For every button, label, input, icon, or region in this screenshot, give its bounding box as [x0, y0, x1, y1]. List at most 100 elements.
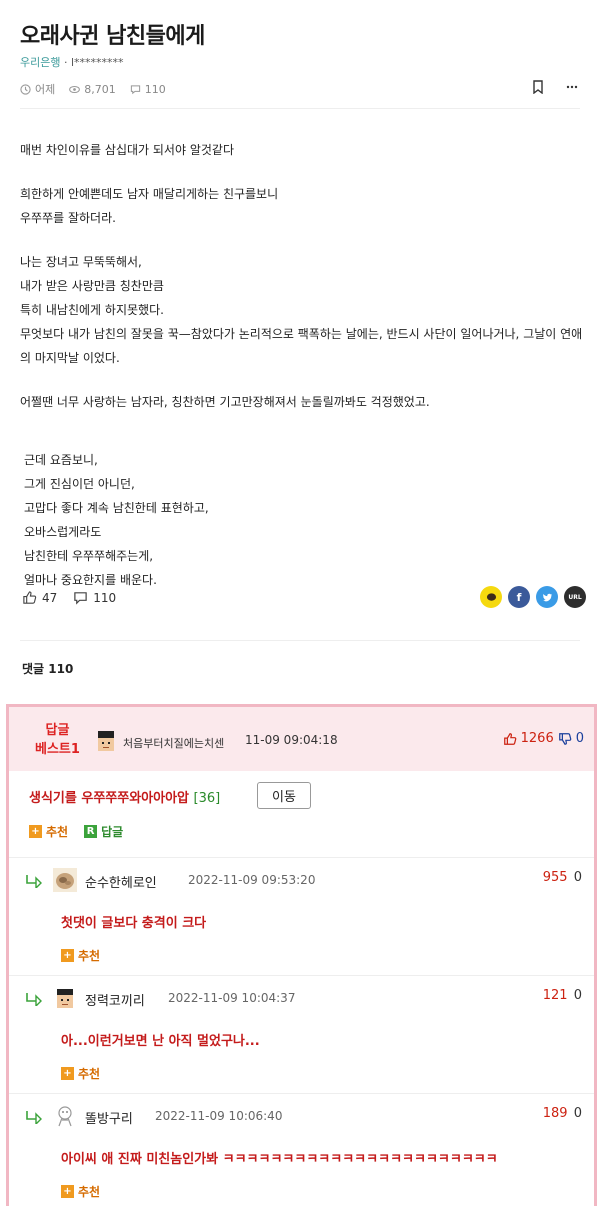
kakao-share-button[interactable] — [480, 586, 502, 608]
reply-time: 2022-11-09 10:06:40 — [155, 1109, 283, 1123]
reply-button[interactable]: R 답글 — [84, 823, 123, 840]
reply-down-count[interactable]: 0 — [574, 870, 582, 885]
speech-bubble-icon — [74, 592, 88, 605]
facebook-icon: f — [516, 590, 522, 604]
thumbs-up-icon — [23, 591, 37, 604]
body-line: 특히 내남친에게 하지못했다. — [20, 303, 164, 317]
bookmark-icon[interactable] — [532, 80, 544, 94]
url-share-button[interactable]: URL — [564, 586, 586, 608]
clock-icon — [20, 83, 31, 95]
post-title: 오래사귄 남친들에게 — [20, 24, 205, 49]
reply-item: 똘방구리 2022-11-09 10:06:40 189 0 아이씨 애 진짜 … — [9, 1093, 594, 1206]
more-icon[interactable] — [566, 80, 578, 94]
reply-text: 첫댓이 글보다 충격이 크다 — [61, 916, 207, 931]
comment-header: 댓글 110 — [22, 662, 74, 676]
reply-votes: 189 0 — [543, 1106, 582, 1121]
body-line: 무엇보다 내가 남친의 잘못을 꾹—참았다가 논리적으로 팩폭하는 날에는, 반… — [20, 327, 583, 365]
avatar[interactable] — [93, 728, 119, 754]
recommend-label: 추천 — [46, 825, 69, 839]
best-label-line2: 베스트1 — [35, 742, 80, 757]
reply-count: [36] — [193, 791, 221, 806]
post-comments: 110 — [130, 83, 166, 96]
post-meta: 어제 8,701 110 — [20, 81, 166, 97]
body-line: 희한하게 안예쁜데도 남자 매달리게하는 친구를보니 — [20, 187, 279, 201]
body-line: 오바스럽게라도 — [24, 525, 102, 539]
byline-separator: · — [63, 56, 71, 69]
reply-nick[interactable]: 정력코끼리 — [85, 990, 145, 1009]
best-label: 답글 베스트1 — [35, 721, 80, 759]
url-label: URL — [568, 593, 582, 601]
plus-icon: + — [61, 1185, 74, 1198]
thumbs-down-icon[interactable] — [558, 732, 572, 746]
best-text: 생식기를 우쭈쭈쭈와아아아압 — [29, 791, 190, 806]
reply-icon: R — [84, 825, 98, 838]
facebook-share-button[interactable]: f — [508, 586, 530, 608]
recommend-button[interactable]: + 추천 — [61, 1183, 100, 1200]
best-label-line1: 답글 — [45, 723, 70, 738]
kakao-icon — [486, 592, 496, 601]
reply-text: 아...이런거보면 난 아직 멀었구나... — [61, 1034, 260, 1049]
body-line: 남친한테 우쭈쭈해주는게, — [24, 549, 154, 563]
reply-up-count[interactable]: 955 — [543, 870, 568, 885]
plus-icon: + — [61, 949, 74, 962]
twitter-icon — [542, 593, 552, 601]
reply-votes: 955 0 — [543, 870, 582, 885]
best-time: 11-09 09:04:18 — [245, 733, 338, 747]
like-button[interactable]: 47 — [22, 590, 57, 605]
body-line: 매번 차인이유를 삼십대가 되서야 알것같다 — [20, 143, 234, 157]
avatar[interactable] — [53, 986, 77, 1010]
recommend-label: 추천 — [78, 949, 101, 963]
reply-nick[interactable]: 순수한헤로인 — [85, 872, 157, 891]
board-link[interactable]: 우리은행 — [20, 56, 60, 69]
body-line: 근데 요즘보니, — [24, 453, 98, 467]
body-line: 우쭈쭈를 잘하더라. — [20, 211, 116, 225]
eye-icon — [69, 85, 81, 93]
reply-time: 2022-11-09 09:53:20 — [188, 873, 316, 887]
twitter-share-button[interactable] — [536, 586, 558, 608]
top-actions — [532, 80, 578, 94]
reply-down-count[interactable]: 0 — [574, 988, 582, 1003]
comment-count: 110 — [93, 590, 117, 605]
reply-arrow-icon — [26, 1111, 42, 1124]
body-line: 어쩔땐 너무 사랑하는 남자라, 칭찬하면 기고만장해져서 눈돌릴까봐도 걱정했… — [20, 395, 430, 409]
recommend-label: 추천 — [78, 1067, 101, 1081]
divider — [20, 108, 580, 109]
reply-nick[interactable]: 똘방구리 — [85, 1108, 133, 1127]
author-name[interactable]: l********* — [71, 56, 124, 69]
recommend-button[interactable]: + 추천 — [61, 947, 100, 964]
post-byline: 우리은행 · l********* — [20, 54, 124, 70]
reply-arrow-icon — [26, 875, 42, 888]
reply-item: 순수한헤로인 2022-11-09 09:53:20 955 0 첫댓이 글보다… — [9, 857, 594, 975]
best-up-count: 1266 — [520, 731, 554, 746]
reply-text: 아이씨 애 진짜 미친놈인가봐 ㅋㅋㅋㅋㅋㅋㅋㅋㅋㅋㅋㅋㅋㅋㅋㅋㅋㅋㅋㅋㅋㅋㅋ — [61, 1152, 498, 1167]
best-nick[interactable]: 처음부터치질에는치센 — [123, 735, 224, 751]
reply-down-count[interactable]: 0 — [574, 1106, 582, 1121]
best-comment-text: 생식기를 우쭈쭈쭈와아아아압 [36] — [29, 787, 220, 806]
share-bar: f URL — [480, 586, 586, 608]
body-line: 고맙다 좋다 계속 남친한테 표현하고, — [24, 501, 209, 515]
avatar[interactable] — [53, 868, 77, 892]
recommend-button[interactable]: + 추천 — [61, 1065, 100, 1082]
thumbs-up-icon[interactable] — [503, 732, 517, 746]
recommend-button[interactable]: + 추천 — [29, 823, 68, 840]
comment-button[interactable]: 110 — [73, 590, 116, 605]
reply-up-count[interactable]: 121 — [543, 988, 568, 1003]
reply-up-count[interactable]: 189 — [543, 1106, 568, 1121]
best-actions: + 추천 R 답글 — [29, 823, 123, 840]
body-line: 나는 장녀고 무뚝뚝해서, — [20, 255, 142, 269]
divider — [20, 640, 580, 641]
reaction-bar: 47 110 — [22, 590, 116, 605]
reply-label: 답글 — [101, 825, 124, 839]
reply-item: 정력코끼리 2022-11-09 10:04:37 121 0 아...이런거보… — [9, 975, 594, 1093]
post-views: 8,701 — [69, 83, 116, 96]
avatar[interactable] — [53, 1104, 77, 1128]
post-comments-text: 110 — [144, 82, 166, 96]
post-views-text: 8,701 — [84, 82, 116, 96]
like-count: 47 — [42, 590, 58, 605]
comment-section: 답글 베스트1 처음부터치질에는치센 11-09 09:04:18 1266 0… — [6, 704, 597, 1206]
post-time: 어제 — [20, 81, 55, 97]
reply-arrow-icon — [26, 993, 42, 1006]
move-button[interactable]: 이동 — [257, 782, 311, 809]
reply-votes: 121 0 — [543, 988, 582, 1003]
body-line: 그게 진심이던 아니던, — [24, 477, 135, 491]
